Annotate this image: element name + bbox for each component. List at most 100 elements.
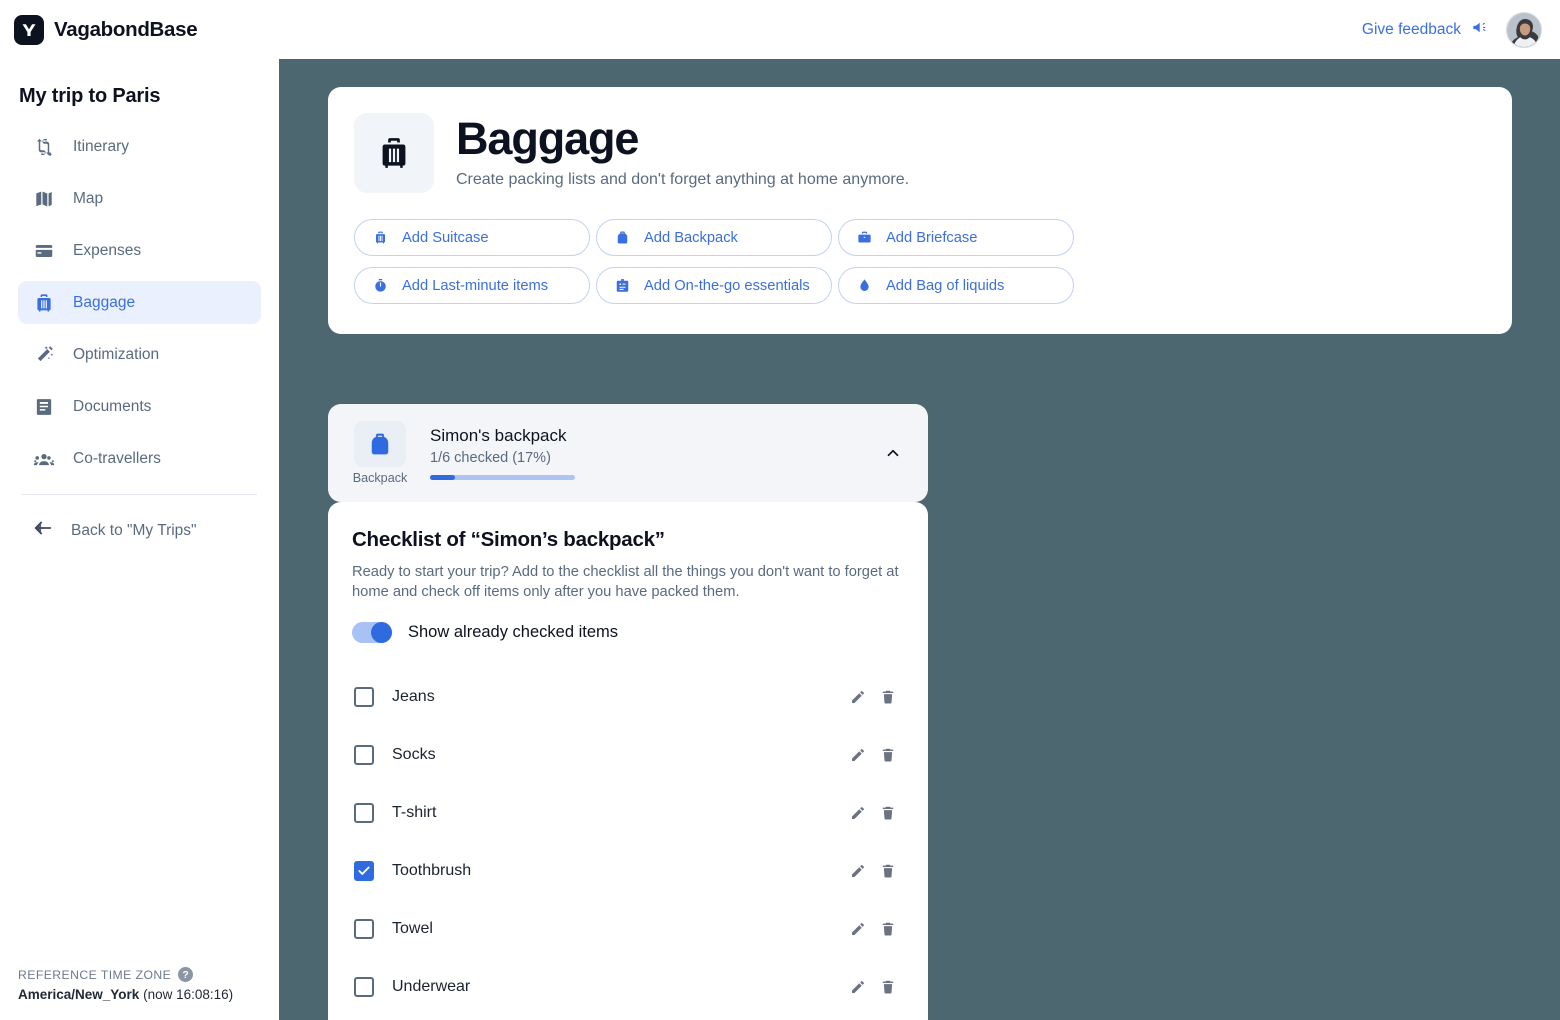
baggage-item-card[interactable]: Backpack Simon's backpack 1/6 checked (1… — [328, 404, 928, 502]
trash-icon[interactable] — [874, 857, 902, 885]
baggage-progress-text: 1/6 checked (17%) — [430, 450, 551, 466]
progress-bar — [430, 475, 575, 480]
suitcase-icon — [372, 229, 389, 246]
checklist-item-checkbox[interactable] — [354, 802, 374, 823]
progress-bar-fill — [430, 475, 455, 480]
page-title: Baggage — [456, 113, 639, 164]
sidebar: My trip to Paris Itinerary Map Expenses … — [0, 59, 279, 1020]
itinerary-icon — [32, 135, 56, 159]
checklist-item-row: Jeans — [352, 668, 904, 726]
checklist-items: Jeans Socks T-shirt Toothbrush Towel Und… — [352, 668, 904, 1016]
top-bar-right: Give feedback — [1362, 11, 1542, 48]
sidebar-item-documents[interactable]: Documents — [18, 385, 261, 428]
sidebar-item-baggage[interactable]: Baggage — [18, 281, 261, 324]
checklist-item-label: Jeans — [392, 687, 435, 705]
checklist-item-label: Toothbrush — [392, 861, 472, 879]
help-icon[interactable]: ? — [178, 967, 194, 982]
main-content: Baggage Create packing lists and don't f… — [279, 59, 1560, 1020]
pencil-icon[interactable] — [844, 915, 872, 943]
pencil-icon[interactable] — [844, 973, 872, 1001]
add-baggage-buttons: Add Suitcase Add Backpack Add Briefcase … — [354, 219, 1486, 304]
add-briefcase-button[interactable]: Add Briefcase — [838, 219, 1074, 256]
show-checked-items-toggle[interactable] — [352, 621, 392, 643]
trash-icon[interactable] — [874, 973, 902, 1001]
pencil-icon[interactable] — [844, 683, 872, 711]
reference-time-zone-label: REFERENCE TIME ZONE — [18, 967, 172, 982]
add-bag-of-liquids-label: Add Bag of liquids — [886, 277, 1005, 294]
toggle-knob — [371, 621, 392, 643]
sidebar-item-label: Documents — [73, 397, 152, 415]
badge-icon — [614, 277, 631, 294]
briefcase-icon — [856, 229, 873, 246]
reference-time-zone-label-row: REFERENCE TIME ZONE ? — [18, 967, 263, 982]
map-icon — [32, 187, 56, 211]
show-checked-items-row: Show already checked items — [352, 621, 904, 643]
timezone-name: America/New_York — [18, 987, 140, 1002]
checklist-item-label: T-shirt — [392, 803, 437, 821]
checklist-item-checkbox[interactable] — [354, 744, 374, 765]
give-feedback-button[interactable]: Give feedback — [1362, 18, 1490, 42]
checklist-item-row: T-shirt — [352, 784, 904, 842]
add-backpack-button[interactable]: Add Backpack — [596, 219, 832, 256]
pencil-icon[interactable] — [844, 799, 872, 827]
checklist-item-row: Underwear — [352, 958, 904, 1016]
checklist-description: Ready to start your trip? Add to the che… — [352, 564, 899, 601]
card-icon — [32, 239, 56, 263]
brand-name: VagabondBase — [54, 17, 198, 41]
sidebar-item-co-travellers[interactable]: Co-travellers — [18, 437, 261, 480]
checklist-item-row: Towel — [352, 900, 904, 958]
document-icon — [32, 395, 56, 419]
back-to-my-trips-button[interactable]: Back to "My Trips" — [18, 509, 261, 552]
give-feedback-label: Give feedback — [1361, 20, 1461, 38]
sidebar-item-expenses[interactable]: Expenses — [18, 229, 261, 272]
checklist-item-label: Towel — [392, 919, 433, 937]
chevron-up-icon[interactable] — [878, 438, 908, 468]
reference-time-zone: REFERENCE TIME ZONE ? America/New_York (… — [18, 967, 263, 1002]
add-backpack-label: Add Backpack — [644, 229, 738, 246]
add-bag-of-liquids-button[interactable]: Add Bag of liquids — [838, 267, 1074, 304]
show-checked-items-label: Show already checked items — [408, 622, 619, 641]
avatar[interactable] — [1506, 11, 1542, 48]
back-label: Back to "My Trips" — [71, 521, 197, 539]
trash-icon[interactable] — [874, 741, 902, 769]
backpack-icon — [614, 229, 631, 246]
stopwatch-icon — [372, 277, 389, 294]
checklist-item-row: Toothbrush — [352, 842, 904, 900]
checklist-item-label: Socks — [392, 745, 436, 763]
trash-icon[interactable] — [874, 799, 902, 827]
pencil-icon[interactable] — [844, 741, 872, 769]
megaphone-icon — [1471, 18, 1490, 42]
sidebar-divider — [22, 494, 257, 495]
arrow-left-icon — [32, 517, 54, 544]
add-last-minute-items-button[interactable]: Add Last-minute items — [354, 267, 590, 304]
pencil-icon[interactable] — [844, 857, 872, 885]
brand[interactable]: VagabondBase — [14, 14, 198, 45]
sidebar-item-label: Itinerary — [73, 137, 129, 155]
sidebar-item-optimization[interactable]: Optimization — [18, 333, 261, 376]
baggage-info: Simon's backpack 1/6 checked (17%) — [430, 426, 860, 480]
checklist-card: Checklist of “Simon’s backpack” Ready to… — [328, 502, 928, 1020]
magic-wand-icon — [32, 343, 56, 367]
checklist-item-checkbox[interactable] — [354, 860, 374, 881]
add-on-the-go-essentials-button[interactable]: Add On-the-go essentials — [596, 267, 832, 304]
reference-time-zone-value: America/New_York (now 16:08:16) — [18, 987, 263, 1002]
hero-text: Baggage Create packing lists and don't f… — [456, 113, 909, 189]
trash-icon[interactable] — [874, 683, 902, 711]
sidebar-item-label: Optimization — [73, 345, 160, 363]
sidebar-item-label: Map — [73, 189, 104, 207]
timezone-now: (now 16:08:16) — [143, 987, 234, 1002]
add-briefcase-label: Add Briefcase — [886, 229, 978, 246]
checklist-item-checkbox[interactable] — [354, 686, 374, 707]
add-last-minute-items-label: Add Last-minute items — [402, 277, 549, 294]
add-suitcase-button[interactable]: Add Suitcase — [354, 219, 590, 256]
checklist-item-checkbox[interactable] — [354, 976, 374, 997]
baggage-type-label: Backpack — [352, 471, 408, 485]
sidebar-item-map[interactable]: Map — [18, 177, 261, 220]
people-icon — [32, 447, 56, 471]
sidebar-item-itinerary[interactable]: Itinerary — [18, 125, 261, 168]
add-suitcase-label: Add Suitcase — [402, 229, 489, 246]
top-bar: VagabondBase Give feedback — [0, 0, 1560, 59]
checklist-item-checkbox[interactable] — [354, 918, 374, 939]
trash-icon[interactable] — [874, 915, 902, 943]
baggage-name: Simon's backpack — [430, 426, 567, 445]
